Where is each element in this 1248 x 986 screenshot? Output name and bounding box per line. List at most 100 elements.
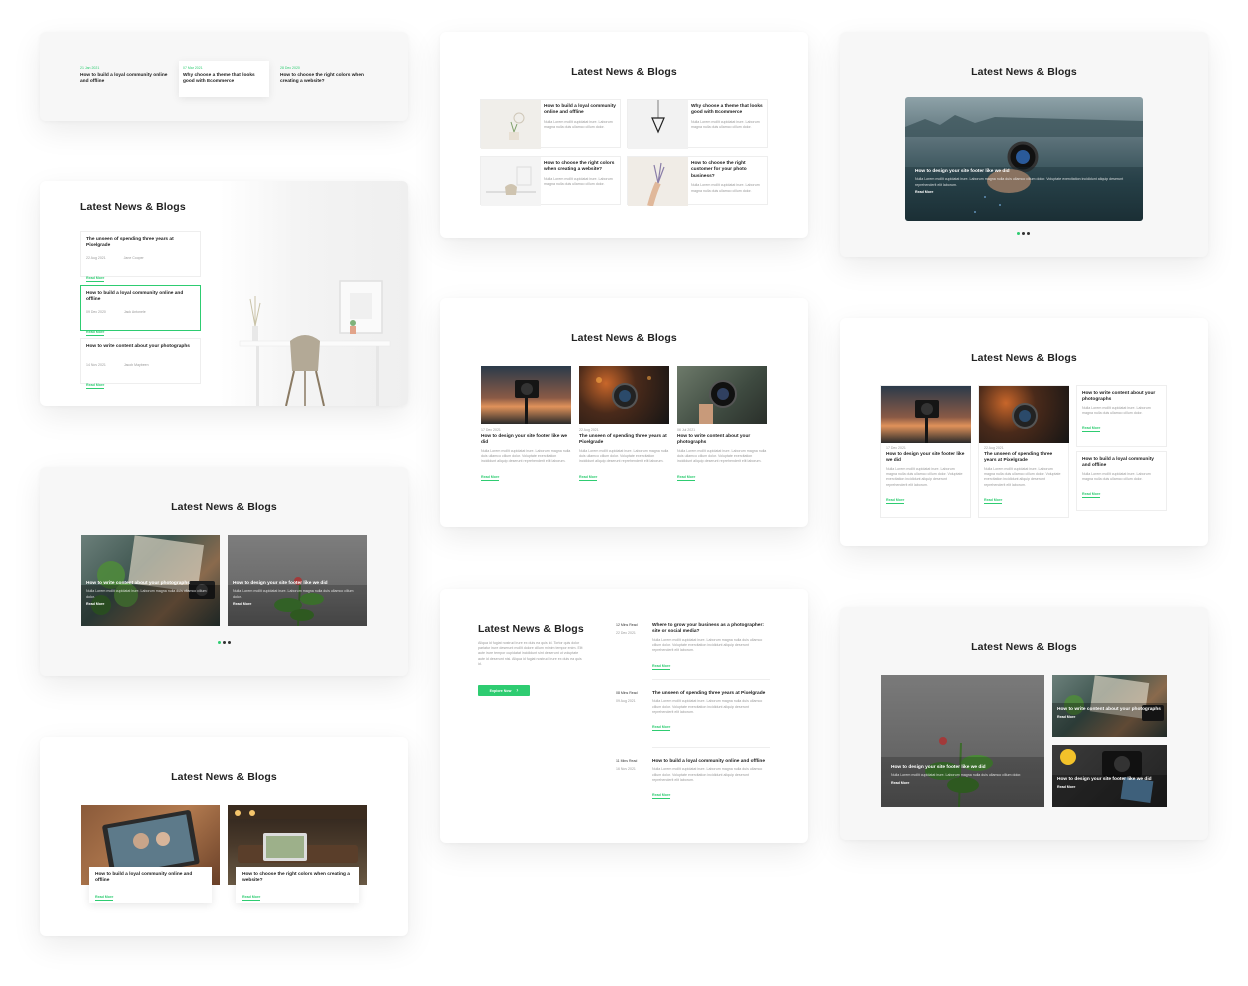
explore-now-button[interactable]: Explore Now › bbox=[478, 685, 530, 696]
read-more-link[interactable]: Read More bbox=[652, 725, 671, 732]
post-title[interactable]: Why choose a theme that looks good with … bbox=[183, 73, 265, 86]
post-item[interactable]: The unseen of spending three years at Pi… bbox=[80, 231, 201, 282]
carousel-dot[interactable] bbox=[1027, 232, 1030, 235]
read-more-link[interactable]: Read More bbox=[579, 475, 598, 481]
carousel-dots[interactable] bbox=[1017, 232, 1030, 235]
post-item[interactable]: 22 Aug 2021 The unseen of spending three… bbox=[978, 385, 1069, 518]
read-more-link[interactable]: Read More bbox=[86, 602, 216, 606]
read-more-link[interactable]: Read More bbox=[86, 383, 105, 389]
carousel-dot[interactable] bbox=[1017, 232, 1020, 235]
post-item[interactable]: 21 Jan 2021 How to build a loyal communi… bbox=[80, 66, 172, 86]
post-title[interactable]: How to write content about your photogra… bbox=[86, 581, 216, 587]
post-item[interactable]: How to write content about your photogra… bbox=[1076, 385, 1167, 447]
post-title[interactable]: How to build a loyal community online an… bbox=[95, 872, 206, 885]
read-more-link[interactable]: Read More bbox=[1057, 715, 1162, 719]
carousel-dot[interactable] bbox=[223, 641, 226, 644]
read-more-link[interactable]: Read More bbox=[95, 895, 114, 901]
section-heading: Latest News & Blogs bbox=[80, 201, 186, 213]
post-image bbox=[579, 366, 669, 424]
read-more-link[interactable]: Read More bbox=[86, 276, 105, 282]
read-more-link[interactable]: Read More bbox=[652, 793, 671, 800]
post-title[interactable]: The unseen of spending three years at Pi… bbox=[652, 691, 770, 697]
post-item[interactable]: 06 Jul 2021 How to write content about y… bbox=[677, 366, 767, 483]
post-item[interactable]: 17 Dec 2021 How to design your site foot… bbox=[880, 385, 971, 518]
post-title[interactable]: How to build a loyal community online an… bbox=[652, 759, 770, 765]
read-more-link[interactable]: Read More bbox=[233, 602, 363, 606]
post-title[interactable]: How to choose the right colors when crea… bbox=[544, 161, 620, 174]
post-title[interactable]: How to design your site footer like we d… bbox=[1057, 777, 1162, 783]
post-date: 22 Aug 2021 bbox=[86, 256, 106, 260]
post-title[interactable]: How to write content about your photogra… bbox=[86, 344, 195, 350]
post-title[interactable]: The unseen of spending three years at Pi… bbox=[86, 237, 195, 250]
post-item[interactable]: 28 Dec 2020 How to choose the right colo… bbox=[280, 66, 368, 86]
post-image-card[interactable]: How to write content about your photogra… bbox=[81, 535, 220, 626]
read-more-link[interactable]: Read More bbox=[984, 498, 1003, 504]
post-item-active[interactable]: How to build a loyal community online an… bbox=[80, 285, 201, 336]
blog-card-9: Latest News & Blogs 17 Dec 2021 How to d… bbox=[840, 318, 1208, 546]
post-title[interactable]: How to design your site footer like we d… bbox=[891, 765, 1036, 771]
post-title[interactable]: Why choose a theme that looks good with … bbox=[691, 104, 767, 117]
read-more-link[interactable]: Read More bbox=[915, 190, 1135, 194]
post-caption[interactable]: How to choose the right colors when crea… bbox=[236, 867, 359, 903]
post-title[interactable]: How to build a loyal community online an… bbox=[86, 291, 195, 304]
post-item[interactable]: How to build a loyal community online an… bbox=[480, 99, 621, 149]
read-more-link[interactable]: Read More bbox=[242, 895, 261, 901]
post-title[interactable]: How to choose the right colors when crea… bbox=[242, 872, 353, 885]
post-title[interactable]: How to design your site footer like we d… bbox=[915, 169, 1135, 175]
post-title[interactable]: The unseen of spending three years at Pi… bbox=[984, 452, 1063, 465]
post-excerpt: Nulla Lorem mollit cupidatat irure. Labo… bbox=[886, 466, 963, 487]
post-item[interactable]: How to choose the right customer for you… bbox=[627, 156, 768, 206]
post-title[interactable]: How to build a loyal community online an… bbox=[80, 73, 172, 86]
post-title[interactable]: How to design your site footer like we d… bbox=[886, 452, 965, 465]
post-caption[interactable]: How to build a loyal community online an… bbox=[89, 867, 212, 903]
read-more-link[interactable]: Read More bbox=[86, 330, 105, 336]
read-time: 08 Mins Read bbox=[616, 691, 638, 695]
post-item[interactable]: How to write content about your photogra… bbox=[80, 338, 201, 389]
read-more-link[interactable]: Read More bbox=[677, 475, 696, 481]
read-more-link[interactable]: Read More bbox=[652, 664, 671, 670]
post-author: Jack Antonele bbox=[123, 310, 146, 314]
post-title[interactable]: How to choose the right colors when crea… bbox=[280, 73, 368, 86]
post-item[interactable]: 17 Dec 2021 How to design your site foot… bbox=[481, 366, 571, 483]
post-title[interactable]: How to write content about your photogra… bbox=[677, 434, 767, 447]
post-title[interactable]: How to build a loyal community online an… bbox=[544, 104, 620, 117]
read-time: 11 Mins Read bbox=[616, 759, 638, 763]
post-image-card[interactable]: How to design your site footer like we d… bbox=[881, 675, 1044, 807]
post-item[interactable]: How to build a loyal community and offli… bbox=[1076, 451, 1167, 511]
post-title[interactable]: How to write content about your photogra… bbox=[1082, 391, 1161, 404]
post-title[interactable]: How to design your site footer like we d… bbox=[481, 434, 571, 447]
post-title[interactable]: How to build a loyal community and offli… bbox=[1082, 457, 1161, 470]
post-title[interactable]: The unseen of spending three years at Pi… bbox=[579, 434, 669, 447]
section-heading: Latest News & Blogs bbox=[971, 66, 1077, 78]
post-item[interactable]: 22 Aug 2021 The unseen of spending three… bbox=[579, 366, 669, 483]
post-date: 22 Aug 2021 bbox=[984, 446, 1004, 450]
post-excerpt: Nulla Lorem mollit cupidatat irure. Labo… bbox=[481, 448, 571, 464]
post-image bbox=[881, 386, 971, 443]
blog-card-3: Latest News & Blogs How to write content… bbox=[40, 467, 408, 676]
section-heading: Latest News & Blogs bbox=[478, 623, 584, 635]
post-title[interactable]: How to write content about your photogra… bbox=[1057, 707, 1162, 713]
post-date: 17 Dec 2021 bbox=[481, 428, 501, 432]
featured-post-image[interactable]: How to design your site footer like we d… bbox=[905, 97, 1143, 221]
post-image-card[interactable]: How to write content about your photogra… bbox=[1052, 675, 1167, 737]
read-more-link[interactable]: Read More bbox=[1082, 426, 1101, 433]
post-title[interactable]: Where to grow your business as a photogr… bbox=[652, 623, 770, 636]
post-item[interactable]: 07 Mar 2021 Why choose a theme that look… bbox=[179, 61, 269, 97]
carousel-dot[interactable] bbox=[218, 641, 221, 644]
read-more-link[interactable]: Read More bbox=[481, 475, 500, 481]
post-title[interactable]: How to choose the right customer for you… bbox=[691, 161, 767, 180]
read-more-link[interactable]: Read More bbox=[1057, 785, 1162, 789]
carousel-dot[interactable] bbox=[1022, 232, 1025, 235]
post-item[interactable]: Why choose a theme that looks good with … bbox=[627, 99, 768, 149]
read-more-link[interactable]: Read More bbox=[1082, 492, 1101, 499]
post-item[interactable]: How to choose the right colors when crea… bbox=[480, 156, 621, 206]
post-image-card[interactable]: How to design your site footer like we d… bbox=[228, 535, 367, 626]
carousel-dot[interactable] bbox=[228, 641, 231, 644]
post-image-card[interactable]: How to design your site footer like we d… bbox=[1052, 745, 1167, 807]
post-title[interactable]: How to design your site footer like we d… bbox=[233, 581, 363, 587]
carousel-dots[interactable] bbox=[218, 641, 231, 644]
post-excerpt: Nulla Lorem mollit cupidatat irure. Labo… bbox=[891, 773, 1022, 778]
post-date: 09 Aug 2021 bbox=[616, 699, 636, 703]
read-more-link[interactable]: Read More bbox=[891, 781, 1036, 785]
read-more-link[interactable]: Read More bbox=[886, 498, 905, 504]
